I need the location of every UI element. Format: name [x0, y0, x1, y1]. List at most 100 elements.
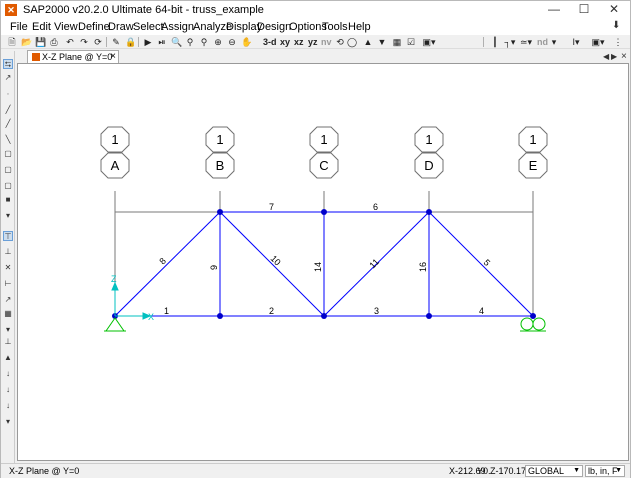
- grid-bubble-e[interactable]: 1 E: [518, 126, 548, 179]
- sap-logo-icon[interactable]: ✕: [5, 4, 17, 16]
- grid-bubble-c[interactable]: 1 C: [309, 126, 339, 179]
- menu-assign[interactable]: Assign: [161, 21, 194, 33]
- menu-tools[interactable]: Tools: [322, 21, 348, 33]
- display-options-icon[interactable]: ▣▾: [422, 35, 436, 49]
- model-view-canvas[interactable]: 1 A 1 B 1 C 1 D 1 E 1 2 3 4 5 6 7 8 9 10…: [17, 63, 629, 461]
- move-up-icon[interactable]: ▲: [363, 35, 373, 49]
- assign-mass-icon[interactable]: ↓: [3, 401, 13, 411]
- frame-5[interactable]: [428, 211, 534, 317]
- tab-scroll-right-icon[interactable]: ▶: [611, 50, 617, 63]
- pin-support-icon[interactable]: [104, 317, 126, 332]
- tab-xz-plane[interactable]: X-Z Plane @ Y=0 ×: [27, 50, 119, 63]
- quick-draw-frame-icon[interactable]: ╱: [3, 119, 13, 129]
- snap-line-icon[interactable]: ↗: [3, 295, 13, 305]
- menu-help[interactable]: Help: [348, 21, 371, 33]
- nd-button[interactable]: nd: [537, 35, 548, 49]
- rotate-icon[interactable]: ⟲: [335, 35, 345, 49]
- open-icon[interactable]: 📂: [21, 35, 32, 49]
- zoom-in-icon[interactable]: ⊕: [213, 35, 223, 49]
- more-tools-icon[interactable]: ▾: [3, 211, 13, 221]
- frame-10[interactable]: [219, 211, 325, 317]
- units-select[interactable]: lb, in, F ▼: [585, 465, 625, 477]
- undo-icon[interactable]: ↶: [65, 35, 75, 49]
- menu-draw[interactable]: Draw: [108, 21, 134, 33]
- assign-section-icon[interactable]: ▲: [3, 353, 13, 363]
- assign-load-icon[interactable]: ↓: [3, 369, 13, 379]
- roller-support-icon[interactable]: [520, 317, 546, 332]
- window-layout-icon[interactable]: ▣▾: [591, 35, 605, 49]
- close-view-icon[interactable]: ×: [621, 50, 627, 63]
- grid-bubble-d[interactable]: 1 D: [414, 126, 444, 179]
- draw-joint-icon[interactable]: ∙: [3, 89, 13, 99]
- joint[interactable]: [217, 313, 223, 319]
- assign-area-load-icon[interactable]: ↓: [3, 385, 13, 395]
- perspective-icon[interactable]: ◯: [347, 35, 357, 49]
- grid-bubble-a[interactable]: 1 A: [100, 126, 130, 179]
- snap-joints-icon[interactable]: ⊤: [3, 231, 13, 241]
- text-cursor-icon[interactable]: I▾: [569, 35, 583, 49]
- menu-design[interactable]: Design: [257, 21, 291, 33]
- redo-icon[interactable]: ↷: [79, 35, 89, 49]
- frame-8[interactable]: [114, 211, 221, 317]
- run-now-icon[interactable]: ⏯: [157, 35, 167, 49]
- run-analysis-icon[interactable]: ▶: [143, 35, 153, 49]
- view-nv-button[interactable]: nv: [321, 35, 332, 49]
- coord-system-select[interactable]: GLOBAL ▼: [525, 465, 583, 477]
- view-xy-button[interactable]: xy: [280, 35, 290, 49]
- view-xz-button[interactable]: xz: [294, 35, 304, 49]
- minimize-button[interactable]: —: [539, 1, 569, 19]
- close-button[interactable]: ✕: [599, 1, 629, 19]
- zoom-full-icon[interactable]: ⚲: [185, 35, 195, 49]
- snap-intersect-icon[interactable]: ✕: [3, 263, 13, 273]
- draw-solid-icon[interactable]: ■: [3, 195, 13, 205]
- grid-icon[interactable]: ▦: [392, 35, 402, 49]
- snap-midpoint-icon[interactable]: ⊥: [3, 247, 13, 257]
- nd-dropdown-icon[interactable]: ▾: [550, 35, 558, 49]
- refresh-icon[interactable]: ⟳: [93, 35, 103, 49]
- view-3d-button[interactable]: 3-d: [263, 35, 277, 49]
- snap-perpendicular-icon[interactable]: ⊢: [3, 279, 13, 289]
- toolbar-overflow-icon[interactable]: ⋮: [613, 35, 623, 49]
- menu-edit[interactable]: Edit: [32, 21, 51, 33]
- assign-more-icon[interactable]: ▾: [3, 417, 13, 427]
- joint[interactable]: [321, 313, 327, 319]
- draw-rect-area-icon[interactable]: ▢: [3, 165, 13, 175]
- close-tab-icon[interactable]: ×: [110, 51, 116, 63]
- move-down-icon[interactable]: ▼: [377, 35, 387, 49]
- print-icon[interactable]: ⎙: [49, 35, 59, 49]
- joint[interactable]: [321, 209, 327, 215]
- pan-icon[interactable]: ✋: [241, 35, 252, 49]
- menu-define[interactable]: Define: [78, 21, 110, 33]
- draw-area-icon[interactable]: ▢: [3, 149, 13, 159]
- draw-brace-icon[interactable]: ╲: [3, 135, 13, 145]
- menu-file[interactable]: File: [10, 21, 28, 33]
- draw-cable-icon[interactable]: ≃▾: [519, 35, 533, 49]
- joint[interactable]: [426, 313, 432, 319]
- menu-view[interactable]: View: [54, 21, 78, 33]
- check-icon[interactable]: ☑: [406, 35, 416, 49]
- draw-line-icon[interactable]: ╱: [3, 105, 13, 115]
- pencil-icon[interactable]: ✎: [111, 35, 121, 49]
- save-icon[interactable]: 💾: [35, 35, 46, 49]
- zoom-out-icon[interactable]: ⊖: [227, 35, 237, 49]
- draw-portal-icon[interactable]: ┐▾: [503, 35, 517, 49]
- reshape-icon[interactable]: ↗: [3, 73, 13, 83]
- snap-more-icon[interactable]: ▾: [3, 325, 13, 335]
- new-model-icon[interactable]: 🗎: [7, 35, 17, 49]
- quick-draw-area-icon[interactable]: ▢: [3, 181, 13, 191]
- select-pointer-icon[interactable]: ⮀: [3, 59, 13, 69]
- download-icon[interactable]: ⬇: [612, 20, 622, 33]
- draw-frame-icon[interactable]: ┃: [489, 35, 501, 49]
- joint[interactable]: [530, 313, 536, 319]
- joint[interactable]: [426, 209, 432, 215]
- joint[interactable]: [217, 209, 223, 215]
- view-yz-button[interactable]: yz: [308, 35, 318, 49]
- grid-bubble-b[interactable]: 1 B: [205, 126, 235, 179]
- snap-grid-icon[interactable]: ▦: [3, 309, 13, 319]
- assign-restraint-icon[interactable]: ⊥: [3, 337, 13, 347]
- maximize-button[interactable]: ☐: [569, 1, 599, 19]
- zoom-window-icon[interactable]: 🔍: [171, 35, 182, 49]
- tab-scroll-left-icon[interactable]: ◀: [603, 50, 609, 63]
- lock-icon[interactable]: 🔒: [125, 35, 136, 49]
- menu-select[interactable]: Select: [133, 21, 164, 33]
